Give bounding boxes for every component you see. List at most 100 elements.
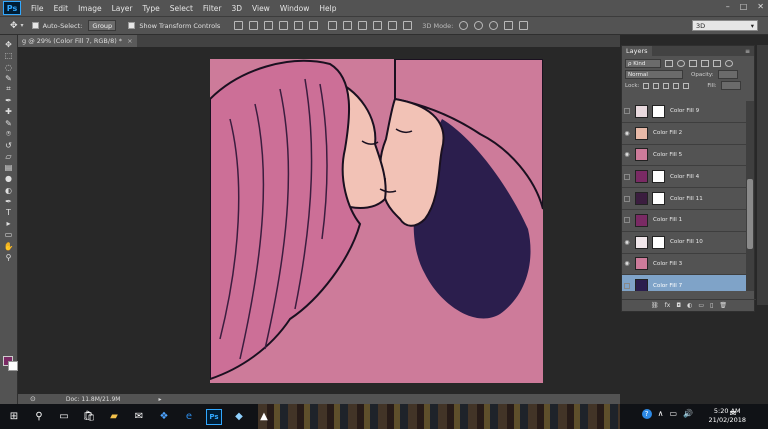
- photoshop-icon[interactable]: Ps: [206, 408, 222, 425]
- layer-style-icon[interactable]: fx: [665, 302, 671, 309]
- filter-type-icon[interactable]: [689, 60, 697, 67]
- filter-shape-icon[interactable]: [701, 60, 709, 67]
- mail-icon[interactable]: ✉: [131, 409, 147, 425]
- auto-select-dropdown[interactable]: Group: [88, 20, 117, 31]
- menu-type[interactable]: Type: [143, 4, 160, 13]
- layer-thumbnail[interactable]: [635, 148, 648, 162]
- tab-layers[interactable]: Layers: [622, 46, 652, 56]
- move-icon[interactable]: ✥: [3, 40, 15, 49]
- menu-file[interactable]: File: [31, 4, 44, 13]
- menu-filter[interactable]: Filter: [203, 4, 222, 13]
- visibility-toggle-empty[interactable]: [622, 194, 632, 204]
- path-select-icon[interactable]: ▸: [3, 219, 15, 228]
- tab-close-icon[interactable]: ×: [127, 37, 132, 45]
- filter-toggle-icon[interactable]: [725, 60, 733, 67]
- menu-image[interactable]: Image: [78, 4, 102, 13]
- layer-thumbnail[interactable]: [635, 126, 648, 140]
- layer-name[interactable]: Color Fill 5: [653, 152, 682, 158]
- lock-artboard-icon[interactable]: [673, 82, 680, 89]
- document-tab[interactable]: g @ 29% (Color Fill 7, RGB/8) * ×: [18, 35, 137, 47]
- pen-icon[interactable]: ✒: [3, 197, 15, 206]
- menu-layer[interactable]: Layer: [112, 4, 133, 13]
- edge-icon[interactable]: e: [181, 409, 197, 425]
- tool-preset-chevron-icon[interactable]: ▾: [21, 22, 24, 29]
- auto-select-checkbox[interactable]: [31, 22, 39, 29]
- status-menu-arrow-icon[interactable]: ▸: [159, 396, 162, 403]
- eraser-icon[interactable]: ▱: [3, 152, 15, 161]
- layer-thumbnail[interactable]: [635, 235, 648, 249]
- healing-icon[interactable]: ✚: [3, 107, 15, 116]
- layer-thumbnail[interactable]: [635, 257, 648, 271]
- fill-field[interactable]: [720, 81, 741, 90]
- dropbox-icon[interactable]: ❖: [156, 409, 172, 425]
- menu-3d[interactable]: 3D: [231, 4, 242, 13]
- layer-name[interactable]: Color Fill 2: [653, 130, 682, 136]
- brush-icon[interactable]: ✎: [3, 119, 15, 128]
- align-top-icon[interactable]: [234, 21, 244, 30]
- align-middle-icon[interactable]: [249, 21, 259, 30]
- opacity-field[interactable]: [717, 70, 738, 79]
- align-right-icon[interactable]: [309, 21, 319, 30]
- task-view-icon[interactable]: ▭: [56, 409, 72, 425]
- search-icon[interactable]: ⚲: [31, 409, 47, 425]
- taskbar-clock[interactable]: 5:20 AM 21/02/2018: [709, 407, 746, 425]
- filter-adjustment-icon[interactable]: [677, 60, 685, 67]
- distribute-center-icon[interactable]: [388, 21, 398, 30]
- 3d-roll-icon[interactable]: [474, 21, 484, 30]
- zoom-icon[interactable]: ⚲: [3, 253, 15, 262]
- 3d-orbit-icon[interactable]: [459, 21, 469, 30]
- help-icon[interactable]: ?: [641, 409, 652, 419]
- minimize-icon[interactable]: –: [726, 2, 730, 11]
- adjustment-layer-icon[interactable]: ◐: [687, 302, 692, 309]
- visibility-toggle-empty[interactable]: [622, 281, 632, 291]
- eyedropper-icon[interactable]: ✒: [3, 96, 15, 105]
- photos-icon[interactable]: ▲: [256, 409, 272, 425]
- layer-row[interactable]: Color Fill 11: [622, 188, 746, 210]
- layer-row[interactable]: Color Fill 7: [622, 275, 746, 291]
- menu-edit[interactable]: Edit: [54, 4, 69, 13]
- crop-icon[interactable]: ⌗: [3, 84, 15, 94]
- filter-pixel-icon[interactable]: [665, 60, 673, 67]
- layers-scrollbar[interactable]: [746, 101, 754, 291]
- close-icon[interactable]: ✕: [757, 2, 764, 11]
- align-bottom-icon[interactable]: [264, 21, 274, 30]
- hand-icon[interactable]: ✋: [3, 242, 15, 251]
- blur-icon[interactable]: ●: [3, 174, 15, 183]
- layer-thumbnail[interactable]: [635, 213, 648, 227]
- filter-smart-object-icon[interactable]: [713, 60, 721, 67]
- layer-mask-thumbnail[interactable]: [652, 235, 665, 249]
- new-layer-icon[interactable]: ▯: [710, 302, 713, 309]
- explorer-icon[interactable]: ▰: [106, 409, 122, 425]
- visibility-toggle-empty[interactable]: [622, 172, 632, 182]
- new-group-icon[interactable]: ▭: [698, 302, 704, 309]
- link-layers-icon[interactable]: ⛓: [651, 302, 659, 309]
- document-canvas[interactable]: [210, 59, 543, 383]
- lock-transparent-icon[interactable]: [643, 82, 650, 89]
- layer-filter-dropdown[interactable]: ρ Kind: [625, 59, 661, 68]
- lasso-icon[interactable]: ◌: [3, 63, 15, 72]
- volume-icon[interactable]: 🔊: [683, 409, 693, 419]
- layer-row[interactable]: ◉ Color Fill 5: [622, 145, 746, 167]
- menu-window[interactable]: Window: [280, 4, 310, 13]
- layer-mask-thumbnail[interactable]: [652, 104, 665, 118]
- visibility-eye-icon[interactable]: ◉: [622, 259, 632, 269]
- visibility-toggle-empty[interactable]: [622, 106, 632, 116]
- battery-icon[interactable]: ▭: [669, 409, 677, 419]
- transform-controls-checkbox[interactable]: [128, 22, 136, 29]
- move-icon[interactable]: ✥: [10, 21, 18, 31]
- gradient-icon[interactable]: ▤: [3, 163, 15, 172]
- delete-layer-icon[interactable]: 🗑: [719, 302, 727, 309]
- 3d-slide-icon[interactable]: [504, 21, 514, 30]
- distribute-left-icon[interactable]: [373, 21, 383, 30]
- lock-image-icon[interactable]: [653, 82, 660, 89]
- quick-select-icon[interactable]: ✎: [3, 74, 15, 83]
- type-icon[interactable]: T: [3, 208, 15, 217]
- visibility-toggle-empty[interactable]: [622, 215, 632, 225]
- menu-help[interactable]: Help: [319, 4, 336, 13]
- layer-name[interactable]: Color Fill 1: [653, 217, 682, 223]
- layer-mask-thumbnail[interactable]: [652, 170, 665, 184]
- distribute-top-icon[interactable]: [328, 21, 338, 30]
- visibility-eye-icon[interactable]: ◉: [622, 150, 632, 160]
- 3d-scale-icon[interactable]: [519, 21, 529, 30]
- distribute-bottom-icon[interactable]: [358, 21, 368, 30]
